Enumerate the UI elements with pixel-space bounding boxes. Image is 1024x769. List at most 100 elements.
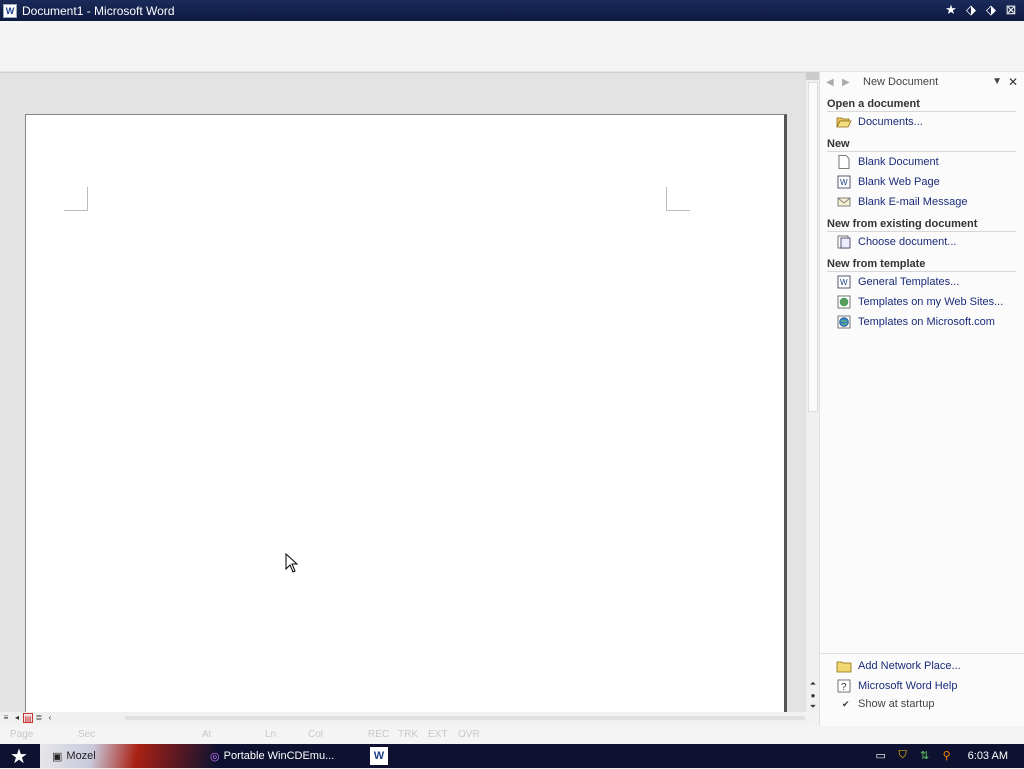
status-ext[interactable]: EXT xyxy=(428,729,447,740)
taskbar: ★ ▣ Mozel ◎ Portable WinCDEmu... W ▭ ⛉ ⇅… xyxy=(0,744,1024,768)
maximize-button[interactable]: ⬗ xyxy=(984,2,998,18)
keyboard-icon[interactable]: ▭ xyxy=(874,749,888,763)
close-button[interactable]: ⊠ xyxy=(1004,2,1018,18)
cd-icon: ◎ xyxy=(210,750,220,763)
forward-icon[interactable]: ▶ xyxy=(842,77,858,88)
svg-text:W: W xyxy=(840,178,848,187)
outline-view-icon[interactable]: ≣ xyxy=(34,713,44,723)
minimize-button[interactable]: ⬗ xyxy=(964,2,978,18)
word-app-icon[interactable]: W xyxy=(3,3,17,18)
help-icon: ? xyxy=(836,678,852,694)
back-icon[interactable]: ◀ xyxy=(826,77,842,88)
toolbar-area xyxy=(0,21,1024,72)
window-controls: ★ ⬗ ⬗ ⊠ xyxy=(944,2,1018,18)
show-at-startup-checkbox[interactable]: ✔ xyxy=(842,699,852,709)
blank-document-link[interactable]: Blank Document xyxy=(820,152,1024,172)
print-layout-view-icon[interactable]: ▤ xyxy=(23,713,33,723)
general-templates-label: General Templates... xyxy=(858,276,960,288)
title-bar: W Document1 - Microsoft Word ★ ⬗ ⬗ ⊠ xyxy=(0,0,1024,21)
choose-document-link[interactable]: Choose document... xyxy=(820,232,1024,252)
add-network-place-label: Add Network Place... xyxy=(858,660,961,672)
web-layout-view-icon[interactable]: ◂ xyxy=(12,713,22,723)
previous-page-icon[interactable]: ⏶ xyxy=(810,679,816,689)
pin-icon[interactable]: ★ xyxy=(944,2,958,18)
browse-object-icon[interactable]: ● xyxy=(811,691,816,700)
taskbar-item-explorer[interactable]: ▣ Mozel xyxy=(52,747,96,765)
horizontal-scrollbar: ≡ ◂ ▤ ≣ ‹ xyxy=(0,712,805,724)
add-network-place-link[interactable]: Add Network Place... xyxy=(820,656,1024,676)
document-page[interactable] xyxy=(25,114,787,724)
folder-open-icon xyxy=(836,114,852,130)
mouse-pointer-icon xyxy=(285,553,299,573)
network-folder-icon xyxy=(836,658,852,674)
templates-web-sites-link[interactable]: Templates on my Web Sites... xyxy=(820,292,1024,312)
choose-document-icon xyxy=(836,234,852,250)
status-column: Col xyxy=(308,729,324,740)
status-line: Ln xyxy=(265,729,277,740)
documents-link[interactable]: Documents... xyxy=(820,112,1024,132)
status-bar: Page Sec At Ln Col REC TRK EXT OVR xyxy=(0,726,1024,744)
vertical-scrollbar[interactable]: ⏶ ● ⏷ xyxy=(805,72,820,712)
browse-buttons: ⏶ ● ⏷ xyxy=(806,679,820,712)
margin-mark-top-right xyxy=(666,187,690,211)
explorer-icon: ▣ xyxy=(52,750,63,763)
status-page: Page xyxy=(10,729,34,740)
template-icon: W xyxy=(836,274,852,290)
web-templates-icon xyxy=(836,294,852,310)
taskbar-item-wincdemu-label: Portable WinCDEmu... xyxy=(223,750,335,762)
search-icon[interactable]: ⚲ xyxy=(940,749,954,763)
show-at-startup-label: Show at startup xyxy=(858,698,935,710)
blank-email-link[interactable]: Blank E-mail Message xyxy=(820,192,1024,212)
blank-document-icon xyxy=(836,154,852,170)
horizontal-scroll-track[interactable] xyxy=(125,716,805,720)
section-open-document: Open a document xyxy=(827,98,1016,112)
chevron-down-icon[interactable]: ▼ xyxy=(992,76,1002,87)
show-at-startup-row[interactable]: ✔ Show at startup xyxy=(820,696,1024,712)
status-ovr[interactable]: OVR xyxy=(458,729,480,740)
svg-text:?: ? xyxy=(841,682,847,693)
choose-document-label: Choose document... xyxy=(858,236,957,248)
scroll-thumb[interactable] xyxy=(808,82,818,412)
start-button[interactable]: ★ xyxy=(0,744,38,768)
taskbar-item-wincdemu[interactable]: ◎ Portable WinCDEmu... xyxy=(210,747,334,765)
blank-document-label: Blank Document xyxy=(858,156,939,168)
word-help-link[interactable]: ? Microsoft Word Help xyxy=(820,676,1024,696)
network-icon[interactable]: ⇅ xyxy=(918,749,932,763)
taskbar-item-explorer-label: Mozel xyxy=(66,750,96,762)
status-section: Sec xyxy=(78,729,96,740)
globe-icon xyxy=(836,314,852,330)
email-icon xyxy=(836,194,852,210)
task-pane-footer: Add Network Place... ? Microsoft Word He… xyxy=(820,653,1024,712)
web-page-icon: W xyxy=(836,174,852,190)
shield-icon[interactable]: ⛉ xyxy=(896,749,910,763)
templates-microsoft-link[interactable]: Templates on Microsoft.com xyxy=(820,312,1024,332)
svg-text:W: W xyxy=(840,278,848,287)
word-icon: W xyxy=(373,750,385,762)
system-tray: ▭ ⛉ ⇅ ⚲ 6:03 AM xyxy=(874,744,1024,768)
templates-web-sites-label: Templates on my Web Sites... xyxy=(858,296,1004,308)
blank-web-page-label: Blank Web Page xyxy=(858,176,940,188)
margin-mark-top-left xyxy=(64,187,88,211)
scroll-split-box[interactable] xyxy=(806,72,820,80)
section-new-from-template: New from template xyxy=(827,258,1016,272)
scroll-left-icon[interactable]: ‹ xyxy=(45,713,55,723)
blank-email-label: Blank E-mail Message xyxy=(858,196,968,208)
task-pane-header: ◀ ▶ New Document ▼ ✕ xyxy=(820,72,1024,92)
documents-label: Documents... xyxy=(858,116,923,128)
section-new: New xyxy=(827,138,1016,152)
general-templates-link[interactable]: W General Templates... xyxy=(820,272,1024,292)
clock[interactable]: 6:03 AM xyxy=(968,750,1008,762)
task-pane-title: New Document xyxy=(863,76,939,88)
close-icon[interactable]: ✕ xyxy=(1008,75,1018,89)
status-at: At xyxy=(202,729,212,740)
taskbar-item-word[interactable]: W xyxy=(370,747,388,765)
normal-view-icon[interactable]: ≡ xyxy=(1,713,11,723)
document-area xyxy=(0,72,805,724)
task-pane: ◀ ▶ New Document ▼ ✕ Open a document Doc… xyxy=(819,72,1024,726)
blank-web-page-link[interactable]: W Blank Web Page xyxy=(820,172,1024,192)
next-page-icon[interactable]: ⏷ xyxy=(810,702,816,712)
status-rec[interactable]: REC xyxy=(368,729,389,740)
window-title: Document1 - Microsoft Word xyxy=(22,3,175,18)
status-trk[interactable]: TRK xyxy=(398,729,418,740)
section-new-from-existing: New from existing document xyxy=(827,218,1016,232)
